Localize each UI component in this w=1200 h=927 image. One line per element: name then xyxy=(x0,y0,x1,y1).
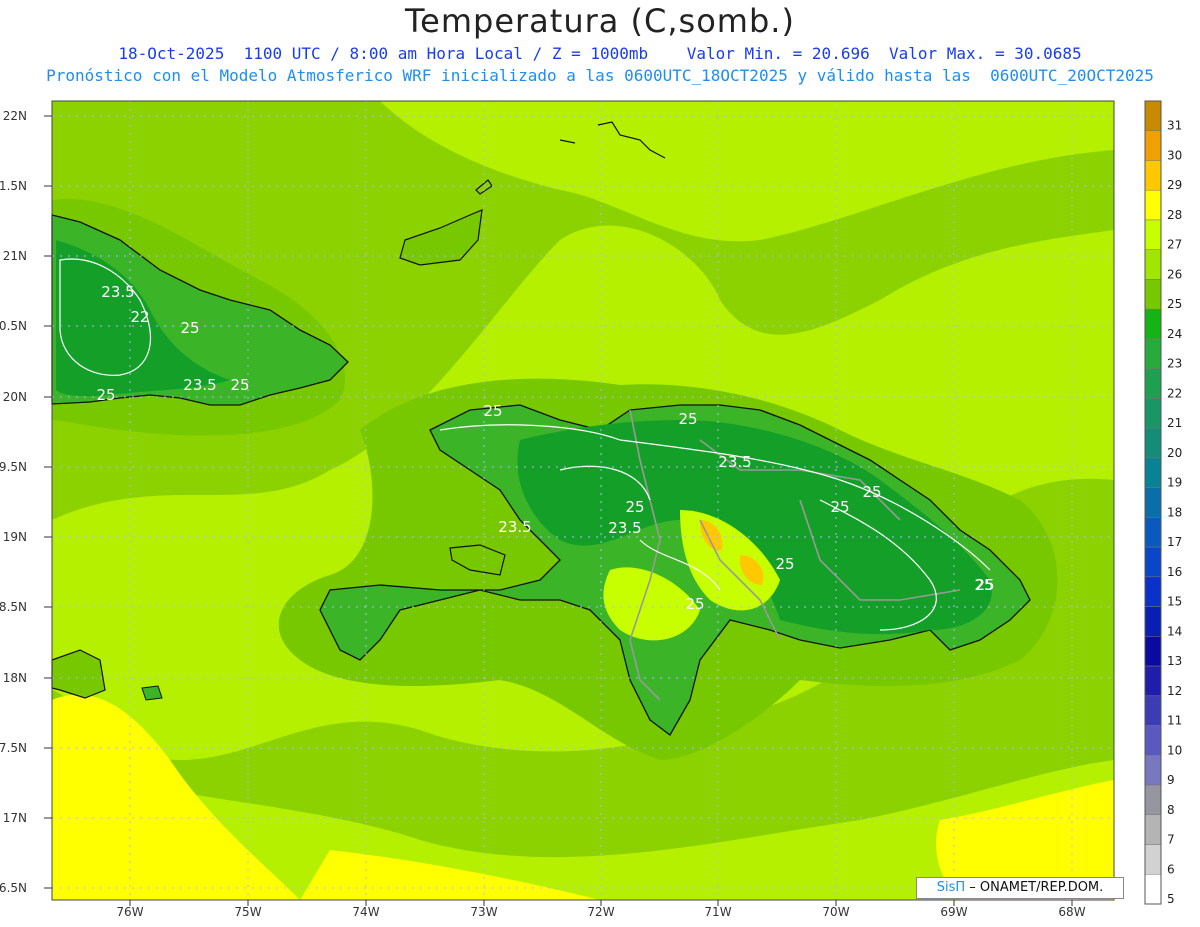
contour-label: 25 xyxy=(862,483,881,501)
contour-label: 25 xyxy=(180,319,199,337)
colorbar-label: 16 xyxy=(1167,565,1182,579)
colorbar-swatch xyxy=(1144,874,1162,905)
longitude-axis: 76W 75W 74W 73W 72W 71W 70W 69W 68W xyxy=(116,900,1086,919)
colorbar-swatch xyxy=(1144,725,1162,756)
contour-label: 23.5 xyxy=(608,519,641,537)
contour-label: 25 xyxy=(975,576,994,594)
colorbar-swatch xyxy=(1144,219,1162,250)
colorbar: 31 30 29 28 27 26 25 24 23 22 21 20 19 18 17 16 15 14 13 12… xyxy=(1144,100,1182,906)
colorbar-label: 5 xyxy=(1167,892,1175,906)
colorbar-swatch xyxy=(1144,457,1162,488)
colorbar-swatch xyxy=(1144,517,1162,548)
lat-tick-label: 22N xyxy=(3,109,27,123)
colorbar-swatch xyxy=(1144,398,1162,429)
colorbar-label: 30 xyxy=(1167,148,1182,162)
colorbar-label: 9 xyxy=(1167,773,1175,787)
contour-label: 25 xyxy=(230,376,249,394)
contour-label: 25 xyxy=(96,386,115,404)
colorbar-label: 25 xyxy=(1167,297,1182,311)
colorbar-label: 28 xyxy=(1167,208,1182,222)
colorbar-swatch xyxy=(1144,695,1162,726)
contour-label: 23.5 xyxy=(183,376,216,394)
navassa-island xyxy=(141,685,163,701)
colorbar-swatch xyxy=(1144,844,1162,875)
colorbar-label: 11 xyxy=(1167,714,1182,728)
lon-tick-label: 70W xyxy=(822,905,849,919)
lat-tick-label: 17N xyxy=(3,811,27,825)
lon-tick-label: 73W xyxy=(470,905,497,919)
lat-tick-label: 21N xyxy=(3,249,27,263)
colorbar-label: 27 xyxy=(1167,238,1182,252)
credit-brand: SisΠ xyxy=(936,880,966,895)
contour-label: 25 xyxy=(830,498,849,516)
contour-label: 25 xyxy=(678,410,697,428)
lat-tick-label: 18N xyxy=(3,671,27,685)
lon-tick-label: 74W xyxy=(352,905,379,919)
colorbar-label: 20 xyxy=(1167,446,1182,460)
colorbar-swatch xyxy=(1144,814,1162,845)
contour-label: 25 xyxy=(483,402,502,420)
colorbar-label: 12 xyxy=(1167,684,1182,698)
contour-label: 25 xyxy=(685,595,704,613)
lat-tick-label: 17.5N xyxy=(0,741,27,755)
colorbar-swatch xyxy=(1144,546,1162,578)
contour-label: 25 xyxy=(625,498,644,516)
lat-tick-label: 19N xyxy=(3,530,27,544)
credit-box: SisΠ – ONAMET/REP.DOM. xyxy=(916,877,1124,899)
colorbar-swatch xyxy=(1144,279,1162,310)
colorbar-swatch xyxy=(1144,636,1162,667)
colorbar-label: 26 xyxy=(1167,267,1182,281)
lat-tick-label: 20.5N xyxy=(0,319,27,333)
credit-text: – ONAMET/REP.DOM. xyxy=(969,880,1104,895)
temperature-map: 23.5222523.5 252525 2523.5252523.523.52525… xyxy=(0,100,1182,919)
lon-tick-label: 69W xyxy=(940,905,967,919)
lat-tick-label: 20N xyxy=(3,390,27,404)
lat-tick-label: 19.5N xyxy=(0,460,27,474)
colorbar-label: 14 xyxy=(1167,624,1182,638)
colorbar-label: 22 xyxy=(1167,386,1182,400)
lon-tick-label: 76W xyxy=(116,905,143,919)
colorbar-swatch xyxy=(1144,606,1162,637)
contour-label: 22 xyxy=(130,308,149,326)
lon-tick-label: 71W xyxy=(704,905,731,919)
colorbar-label: 10 xyxy=(1167,743,1182,757)
lat-tick-label: 21.5N xyxy=(0,179,27,193)
colorbar-label: 19 xyxy=(1167,476,1182,490)
colorbar-label: 18 xyxy=(1167,505,1182,519)
lon-tick-label: 75W xyxy=(234,905,261,919)
contour-label: 25 xyxy=(775,555,794,573)
latitude-axis: 22N 21.5N 21N 20.5N 20N 19.5N 19N 18.5N 18N 17.5N… xyxy=(0,109,52,895)
colorbar-swatch xyxy=(1144,160,1162,191)
colorbar-swatch xyxy=(1144,427,1162,459)
colorbar-label: 8 xyxy=(1167,803,1175,817)
colorbar-swatch xyxy=(1144,100,1162,131)
lat-tick-label: 16.5N xyxy=(0,881,27,895)
colorbar-swatch xyxy=(1144,755,1162,786)
colorbar-swatch xyxy=(1144,189,1162,221)
colorbar-swatch xyxy=(1144,338,1162,369)
colorbar-swatch xyxy=(1144,784,1162,816)
colorbar-label: 29 xyxy=(1167,178,1182,192)
lon-tick-label: 72W xyxy=(587,905,614,919)
colorbar-swatch xyxy=(1144,487,1162,518)
contour-label: 23.5 xyxy=(718,453,751,471)
colorbar-label: 15 xyxy=(1167,595,1182,609)
colorbar-swatch xyxy=(1144,130,1162,161)
colorbar-swatch xyxy=(1144,665,1162,697)
colorbar-label: 21 xyxy=(1167,416,1182,430)
colorbar-label: 31 xyxy=(1167,119,1182,133)
colorbar-label: 17 xyxy=(1167,535,1182,549)
colorbar-swatch xyxy=(1144,368,1162,399)
colorbar-label: 7 xyxy=(1167,833,1175,847)
colorbar-label: 6 xyxy=(1167,862,1175,876)
lat-tick-label: 18.5N xyxy=(0,600,27,614)
colorbar-swatch xyxy=(1144,308,1162,340)
colorbar-label: 13 xyxy=(1167,654,1182,668)
colorbar-label: 24 xyxy=(1167,327,1182,341)
colorbar-swatch xyxy=(1144,576,1162,607)
contour-label: 23.5 xyxy=(498,518,531,536)
colorbar-swatch xyxy=(1144,249,1162,280)
lon-tick-label: 68W xyxy=(1058,905,1085,919)
colorbar-label: 23 xyxy=(1167,357,1182,371)
